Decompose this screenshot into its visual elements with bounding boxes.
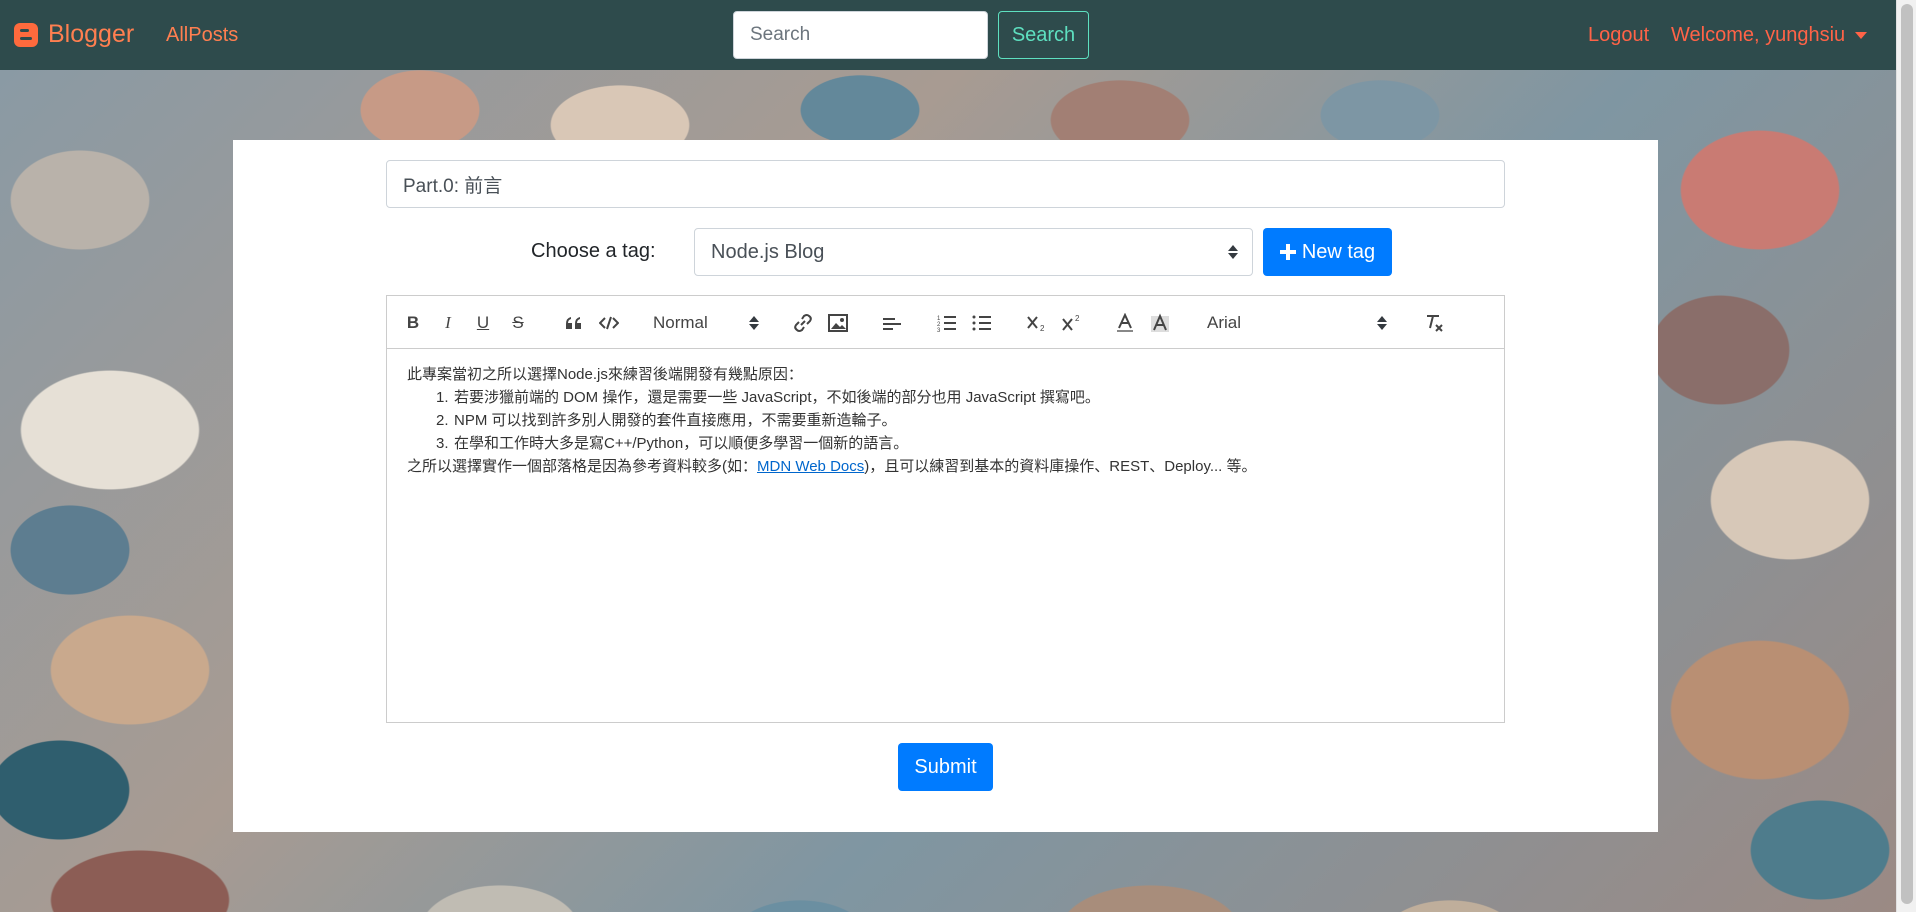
top-navbar: Blogger AllPosts Search Logout Welcome, … (0, 0, 1896, 70)
page-scrollbar[interactable] (1896, 0, 1916, 912)
list-item: 2. NPM 可以找到許多別人開發的套件直接應用，不需要重新造輪子。 (436, 412, 897, 429)
tag-select-value: Node.js Blog (711, 240, 825, 263)
header-select[interactable]: Normal (653, 311, 759, 335)
list-item: 1. 若要涉獵前端的 DOM 操作，還是需要一些 JavaScript，不如後端的… (436, 389, 1100, 406)
blockquote-icon[interactable] (563, 312, 585, 334)
logout-link[interactable]: Logout (1588, 24, 1649, 47)
bold-button[interactable]: B (403, 312, 423, 334)
image-icon[interactable] (827, 312, 849, 334)
search-button[interactable]: Search (998, 11, 1089, 59)
user-menu-dropdown[interactable]: Welcome, yunghsiu (1671, 24, 1868, 47)
subscript-icon[interactable]: 2 (1025, 312, 1049, 334)
brand-link[interactable]: Blogger (14, 20, 134, 49)
new-tag-button[interactable]: New tag (1263, 228, 1392, 276)
italic-button[interactable]: I (438, 312, 458, 334)
code-block-icon[interactable] (598, 312, 620, 334)
post-title-input[interactable] (386, 160, 1505, 208)
list-item: 3. 在學和工作時大多是寫C++/Python，可以順便多學習一個新的語言。 (436, 435, 909, 452)
brand-label: Blogger (48, 20, 135, 48)
background-color-icon[interactable] (1149, 312, 1171, 334)
underline-button[interactable]: U (473, 312, 493, 334)
blogger-logo-icon (14, 22, 38, 47)
search-input[interactable] (733, 11, 988, 59)
new-tag-label: New tag (1301, 240, 1376, 263)
plus-icon (1279, 244, 1296, 260)
welcome-label: Welcome, yunghsiu (1671, 24, 1846, 46)
editor-toolbar: B I U S Normal 123 2 2 Arial (386, 295, 1505, 349)
font-select[interactable]: Arial (1207, 311, 1387, 335)
mdn-web-docs-link[interactable]: MDN Web Docs (757, 458, 864, 475)
strike-button[interactable]: S (508, 312, 528, 334)
clear-format-icon[interactable] (1423, 312, 1445, 334)
editor-outro: 之所以選擇實作一個部落格是因為參考資料較多(如：MDN Web Docs)，且可… (407, 458, 1257, 475)
select-arrows-icon (1377, 314, 1387, 332)
svg-text:2: 2 (1040, 324, 1045, 332)
select-arrows-icon (1228, 243, 1238, 261)
nav-all-posts-link[interactable]: AllPosts (166, 24, 238, 47)
submit-button[interactable]: Submit (898, 743, 993, 791)
post-content-editor[interactable]: 此專案當初之所以選擇Node.js來練習後端開發有幾點原因： 1. 若要涉獵前端的… (386, 348, 1505, 723)
select-arrows-icon (749, 314, 759, 332)
bullet-list-icon[interactable] (971, 312, 993, 334)
link-icon[interactable] (792, 312, 814, 334)
header-select-value: Normal (653, 313, 708, 332)
scrollbar-thumb[interactable] (1901, 4, 1913, 904)
ordered-list-icon[interactable]: 123 (936, 312, 958, 334)
align-icon[interactable] (881, 312, 903, 334)
superscript-icon[interactable]: 2 (1060, 312, 1084, 334)
reasons-list: 1. 若要涉獵前端的 DOM 操作，還是需要一些 JavaScript，不如後端的… (407, 386, 1484, 455)
svg-text:3: 3 (937, 328, 941, 332)
tag-select[interactable]: Node.js Blog (694, 228, 1253, 276)
svg-text:2: 2 (1075, 314, 1080, 323)
tag-label: Choose a tag: (531, 240, 656, 262)
post-editor-card: Choose a tag: Node.js Blog New tag B I U… (233, 140, 1658, 832)
text-color-icon[interactable] (1114, 312, 1136, 334)
caret-down-icon (1855, 32, 1868, 39)
font-select-value: Arial (1207, 313, 1242, 332)
editor-intro: 此專案當初之所以選擇Node.js來練習後端開發有幾點原因： (407, 366, 803, 383)
